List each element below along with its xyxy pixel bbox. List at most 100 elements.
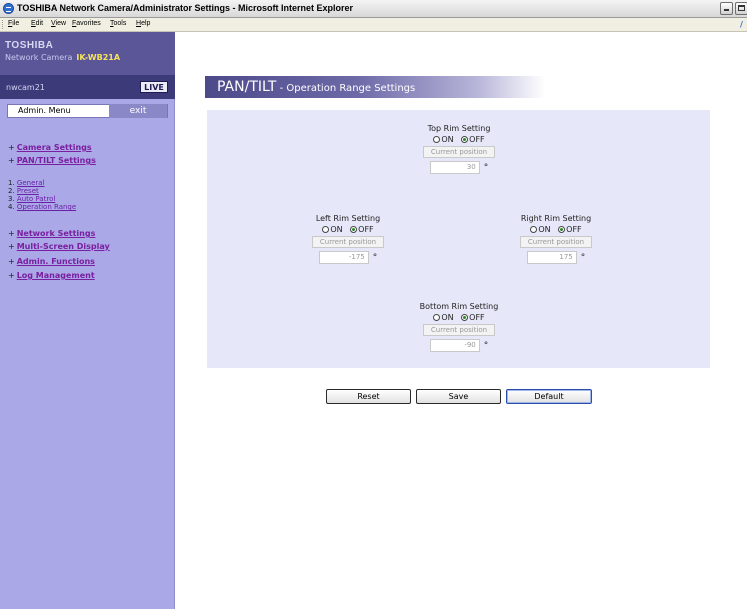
camera-settings-link[interactable]: Camera Settings bbox=[17, 143, 92, 152]
nav-log-management: + Log Management bbox=[8, 271, 95, 280]
live-button[interactable]: LIVE bbox=[140, 81, 168, 93]
left-rim-off-radio[interactable] bbox=[350, 226, 358, 233]
left-rim-radios: ON OFF bbox=[293, 224, 403, 235]
pan-tilt-settings-link[interactable]: PAN/TILT Settings bbox=[17, 156, 96, 165]
reset-button[interactable]: Reset bbox=[326, 389, 411, 404]
left-rim-on-radio[interactable] bbox=[322, 226, 330, 233]
right-rim-radios: ON OFF bbox=[501, 224, 611, 235]
product-line: Network Camera IK-WB21A bbox=[5, 53, 120, 62]
maximize-window-button[interactable] bbox=[735, 2, 747, 15]
degree-symbol: ° bbox=[372, 252, 378, 263]
expand-icon: + bbox=[8, 242, 15, 251]
window-title: TOSHIBA Network Camera/Administrator Set… bbox=[17, 3, 354, 13]
right-rim-value-row: 175 ° bbox=[501, 251, 611, 265]
menu-tools[interactable]: Tools bbox=[110, 20, 126, 27]
camera-name: nwcam21 bbox=[6, 83, 45, 92]
expand-icon: + bbox=[8, 143, 15, 152]
sub-item-operation-range: 4. Operation Range bbox=[8, 203, 76, 211]
sub-item-preset: 2. Preset bbox=[8, 187, 39, 195]
nav-admin-functions: + Admin. Functions bbox=[8, 257, 95, 266]
on-label: ON bbox=[538, 225, 551, 234]
bottom-rim-current-position-button[interactable]: Current position bbox=[423, 324, 495, 336]
top-rim-radios: ON OFF bbox=[404, 134, 514, 145]
auto-patrol-link[interactable]: Auto Patrol bbox=[17, 195, 55, 203]
off-label: OFF bbox=[469, 313, 485, 322]
left-rim-current-position-button[interactable]: Current position bbox=[312, 236, 384, 248]
top-rim-value-row: 30 ° bbox=[404, 161, 514, 175]
on-label: ON bbox=[441, 135, 454, 144]
expand-icon: + bbox=[8, 156, 15, 165]
nav-camera-settings: + Camera Settings bbox=[8, 143, 92, 152]
right-rim-title: Right Rim Setting bbox=[520, 214, 592, 223]
nav-multi-screen-display: + Multi-Screen Display bbox=[8, 242, 110, 251]
minimize-window-button[interactable] bbox=[720, 2, 733, 15]
admin-functions-link[interactable]: Admin. Functions bbox=[17, 257, 95, 266]
menu-favorites[interactable]: Favorites bbox=[72, 20, 101, 27]
right-rim-on-radio[interactable] bbox=[530, 226, 538, 233]
right-rim-current-position-button[interactable]: Current position bbox=[520, 236, 592, 248]
sub-item-auto-patrol: 3. Auto Patrol bbox=[8, 195, 55, 203]
preset-link[interactable]: Preset bbox=[17, 187, 39, 195]
bottom-rim-on-radio[interactable] bbox=[433, 314, 441, 321]
bottom-rim-title: Bottom Rim Setting bbox=[419, 302, 499, 311]
admin-menu-bar: Admin. Menu exit bbox=[7, 104, 168, 118]
right-rim-value-input[interactable]: 175 bbox=[526, 251, 577, 264]
menu-edit[interactable]: Edit bbox=[31, 20, 43, 27]
degree-symbol: ° bbox=[483, 340, 489, 351]
off-label: OFF bbox=[469, 135, 485, 144]
degree-symbol: ° bbox=[580, 252, 586, 263]
left-rim-value-row: -175 ° bbox=[293, 251, 403, 265]
network-settings-link[interactable]: Network Settings bbox=[17, 229, 96, 238]
sub-item-number: 3. bbox=[8, 195, 15, 203]
exit-button[interactable]: exit bbox=[109, 104, 167, 118]
top-rim-current-position-button[interactable]: Current position bbox=[423, 146, 495, 158]
sub-item-number: 2. bbox=[8, 187, 15, 195]
windows-logo-icon: / bbox=[740, 20, 743, 29]
menu-help[interactable]: Help bbox=[136, 20, 150, 27]
admin-menu-label: Admin. Menu bbox=[18, 106, 71, 115]
title-main-text: PAN/TILT bbox=[217, 79, 277, 95]
admin-sidebar: TOSHIBA Network Camera IK-WB21A nwcam21 L… bbox=[0, 32, 175, 609]
left-rim-setting: Left Rim Setting ON OFF Current position… bbox=[293, 213, 403, 265]
page-title-sub: - Operation Range Settings bbox=[276, 83, 416, 94]
multi-screen-display-link[interactable]: Multi-Screen Display bbox=[17, 242, 110, 251]
default-button[interactable]: Default bbox=[506, 389, 592, 404]
left-rim-value-input[interactable]: -175 bbox=[318, 251, 369, 264]
toolbar-grip bbox=[2, 20, 6, 29]
save-button[interactable]: Save bbox=[416, 389, 501, 404]
right-rim-setting: Right Rim Setting ON OFF Current positio… bbox=[501, 213, 611, 265]
product-name: Network Camera bbox=[5, 53, 73, 62]
off-label: OFF bbox=[566, 225, 582, 234]
top-rim-title: Top Rim Setting bbox=[427, 124, 491, 133]
internet-explorer-icon bbox=[3, 3, 14, 14]
top-rim-off-radio[interactable] bbox=[461, 136, 469, 143]
brand-header: TOSHIBA Network Camera IK-WB21A bbox=[0, 32, 175, 75]
top-rim-on-radio[interactable] bbox=[433, 136, 441, 143]
expand-icon: + bbox=[8, 271, 15, 280]
log-management-link[interactable]: Log Management bbox=[17, 271, 95, 280]
on-label: ON bbox=[330, 225, 343, 234]
sub-item-number: 1. bbox=[8, 179, 15, 187]
bottom-rim-value-row: -90 ° bbox=[404, 339, 514, 353]
on-label: ON bbox=[441, 313, 454, 322]
menu-view[interactable]: View bbox=[51, 20, 66, 27]
menu-file[interactable]: File bbox=[8, 20, 19, 27]
bottom-rim-value-input[interactable]: -90 bbox=[429, 339, 480, 352]
window-titlebar: TOSHIBA Network Camera/Administrator Set… bbox=[0, 0, 747, 18]
page-title-main: PAN/TILT - Operation Range Settings bbox=[217, 79, 415, 95]
general-link[interactable]: General bbox=[17, 179, 45, 187]
operation-range-link[interactable]: Operation Range bbox=[17, 203, 76, 211]
main-content: PAN/TILT - Operation Range Settings Top … bbox=[175, 32, 747, 609]
nav-network-settings: + Network Settings bbox=[8, 229, 95, 238]
right-rim-off-radio[interactable] bbox=[558, 226, 566, 233]
page-title: PAN/TILT - Operation Range Settings bbox=[205, 76, 545, 98]
top-rim-value-input[interactable]: 30 bbox=[429, 161, 480, 174]
bottom-rim-radios: ON OFF bbox=[404, 312, 514, 323]
bottom-rim-setting: Bottom Rim Setting ON OFF Current positi… bbox=[404, 301, 514, 353]
off-label: OFF bbox=[358, 225, 374, 234]
toshiba-logo: TOSHIBA bbox=[5, 40, 54, 51]
nav-pan-tilt-settings: + PAN/TILT Settings bbox=[8, 156, 96, 165]
top-rim-setting: Top Rim Setting ON OFF Current position … bbox=[404, 123, 514, 175]
bottom-rim-off-radio[interactable] bbox=[461, 314, 469, 321]
sub-item-number: 4. bbox=[8, 203, 15, 211]
